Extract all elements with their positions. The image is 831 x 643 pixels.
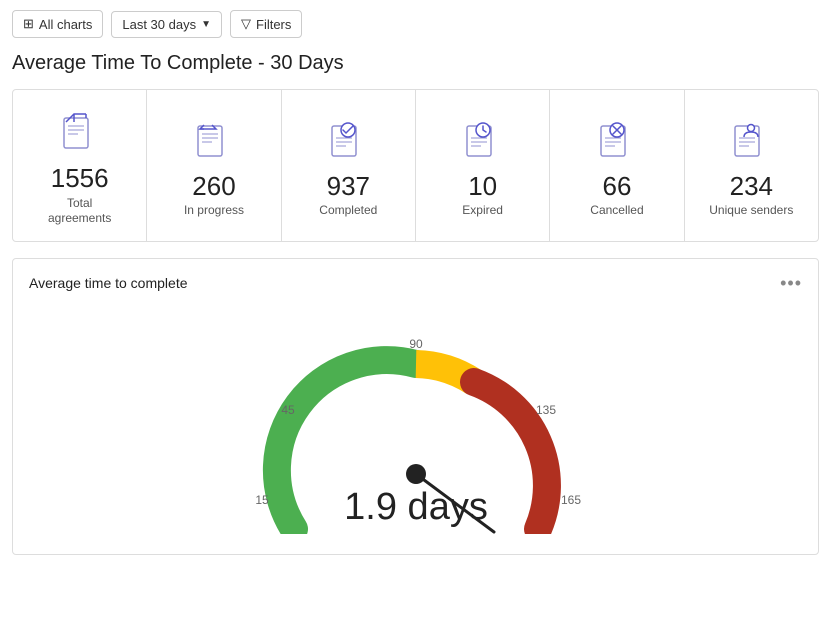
chevron-down-icon: ▼ [201, 19, 211, 30]
stats-row: 1556 Totalagreements 260 In progress [12, 89, 819, 242]
cancelled-number: 66 [603, 172, 632, 201]
stat-card-unique-senders: 234 Unique senders [685, 90, 818, 241]
arrows-icon [190, 116, 238, 164]
gauge-title: Average time to complete [29, 275, 188, 291]
stat-card-expired: 10 Expired [416, 90, 550, 241]
total-agreements-number: 1556 [51, 164, 109, 193]
gauge-wrap: 90 45 135 15 165 [226, 304, 606, 534]
unique-senders-label: Unique senders [709, 203, 793, 219]
in-progress-number: 260 [192, 172, 235, 201]
expired-label: Expired [462, 203, 503, 219]
page-title: Average Time To Complete - 30 Days [12, 52, 819, 75]
x-icon [593, 116, 641, 164]
chart-icon: ⊞ [23, 16, 34, 32]
tick-45: 45 [281, 403, 295, 417]
all-charts-button[interactable]: ⊞ All charts [12, 10, 103, 38]
date-range-button[interactable]: Last 30 days ▼ [111, 11, 222, 38]
check-icon [324, 116, 372, 164]
filters-button[interactable]: ▽ Filters [230, 10, 302, 38]
filter-icon: ▽ [241, 16, 251, 32]
completed-number: 937 [327, 172, 370, 201]
gauge-menu-button[interactable]: ••• [780, 273, 802, 294]
top-bar: ⊞ All charts Last 30 days ▼ ▽ Filters [12, 10, 819, 38]
gauge-container: 90 45 135 15 165 [29, 294, 802, 534]
gauge-header: Average time to complete ••• [29, 273, 802, 294]
send-icon [56, 108, 104, 156]
in-progress-label: In progress [184, 203, 244, 219]
clock-icon [459, 116, 507, 164]
expired-number: 10 [468, 172, 497, 201]
stat-card-cancelled: 66 Cancelled [550, 90, 684, 241]
cancelled-label: Cancelled [590, 203, 643, 219]
tick-165: 165 [560, 493, 580, 507]
all-charts-label: All charts [39, 17, 92, 32]
person-icon [727, 116, 775, 164]
stat-card-in-progress: 260 In progress [147, 90, 281, 241]
gauge-panel: Average time to complete ••• 90 [12, 258, 819, 555]
tick-90: 90 [409, 337, 423, 351]
total-agreements-label: Totalagreements [48, 196, 111, 227]
date-range-label: Last 30 days [122, 17, 196, 32]
completed-label: Completed [319, 203, 377, 219]
unique-senders-number: 234 [730, 172, 773, 201]
stat-card-total-agreements: 1556 Totalagreements [13, 90, 147, 241]
filters-label: Filters [256, 17, 291, 32]
tick-135: 135 [535, 403, 555, 417]
gauge-value: 1.9 days [344, 486, 488, 528]
stat-card-completed: 937 Completed [282, 90, 416, 241]
tick-15: 15 [255, 493, 269, 507]
gauge-svg: 90 45 135 15 165 [226, 304, 606, 534]
